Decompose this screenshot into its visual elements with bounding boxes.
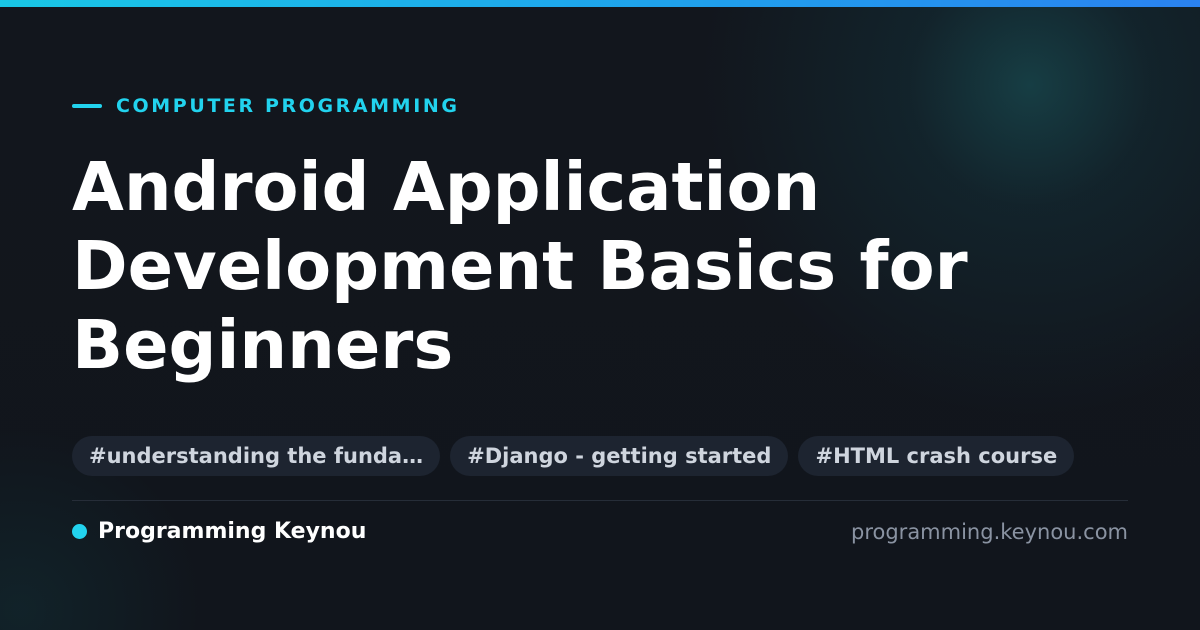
top-accent-bar	[0, 0, 1200, 7]
tag-item[interactable]: #HTML crash course	[798, 436, 1075, 476]
brand-dot-icon	[72, 524, 87, 539]
site-url[interactable]: programming.keynou.com	[851, 520, 1128, 544]
brand: Programming Keynou	[72, 519, 366, 544]
footer-divider	[72, 500, 1128, 501]
eyebrow-dash-icon	[72, 104, 102, 108]
tag-list: #understanding the funda… #Django - gett…	[72, 436, 1075, 476]
category-label: COMPUTER PROGRAMMING	[116, 95, 460, 117]
tag-item[interactable]: #Django - getting started	[450, 436, 789, 476]
category-eyebrow: COMPUTER PROGRAMMING	[72, 95, 460, 117]
brand-name: Programming Keynou	[98, 519, 367, 544]
article-title: Android Application Development Basics f…	[72, 148, 968, 384]
tag-item[interactable]: #understanding the funda…	[72, 436, 441, 476]
